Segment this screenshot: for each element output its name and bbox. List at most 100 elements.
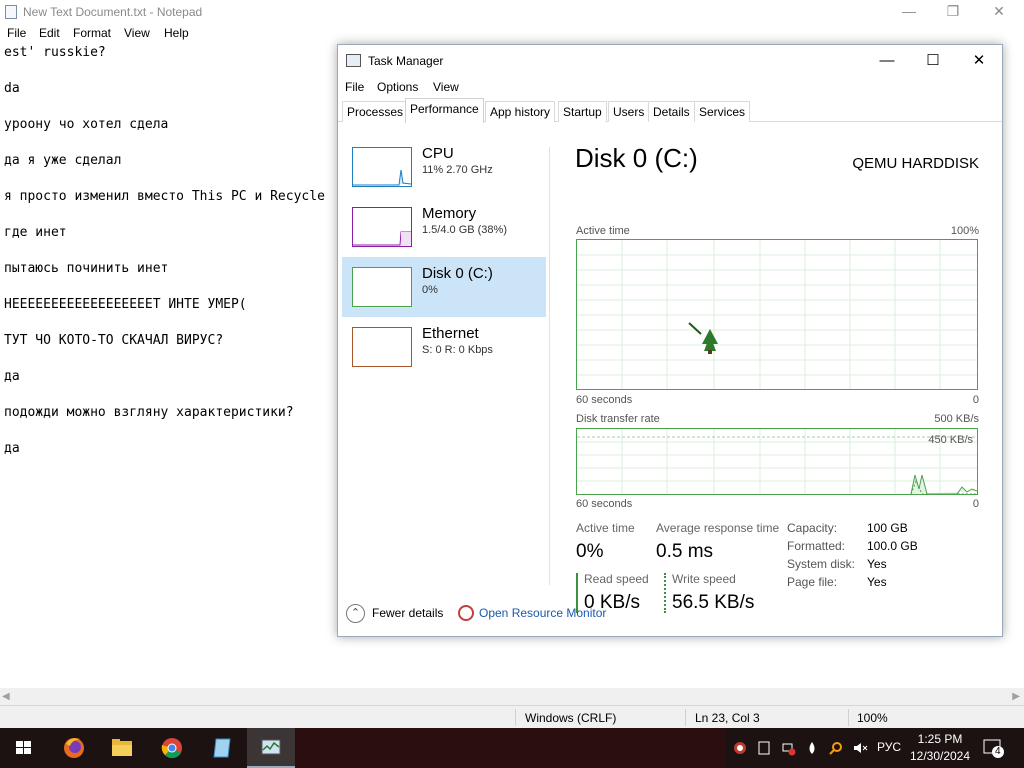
search-app-icon[interactable] <box>828 740 844 756</box>
task-manager-title-bar[interactable]: Task Manager — ☐ ✕ <box>338 45 1002 77</box>
network-error-icon[interactable] <box>780 740 796 756</box>
tab-startup[interactable]: Startup <box>558 101 607 122</box>
task-manager-title: Task Manager <box>368 54 444 68</box>
clock-date[interactable]: 12/30/2024 <box>906 749 974 763</box>
transfer-rate-graph: 450 KB/s <box>576 428 978 495</box>
system-disk-value: Yes <box>867 557 887 571</box>
task-manager-window: Task Manager — ☐ ✕ File Options View Pro… <box>337 44 1003 637</box>
active-time-grid <box>577 240 977 389</box>
start-button[interactable] <box>0 728 48 768</box>
notification-icon <box>983 739 1004 758</box>
droplet-icon[interactable] <box>804 740 820 756</box>
open-resource-monitor-link[interactable]: Open Resource Monitor <box>479 606 606 620</box>
chrome-taskbar-button[interactable] <box>148 728 196 768</box>
tab-users[interactable]: Users <box>608 101 650 122</box>
memory-thumbnail-line <box>353 231 411 246</box>
language-indicator[interactable]: РУС <box>877 740 901 754</box>
security-icon[interactable] <box>732 740 748 756</box>
firefox-taskbar-button[interactable] <box>50 728 98 768</box>
capacity-label: Capacity: <box>787 521 838 535</box>
notepad-text-area[interactable]: est' russkie? da уроону чо хотел сдела д… <box>4 44 325 476</box>
sidebar-item-memory[interactable]: Memory 1.5/4.0 GB (38%) <box>342 197 546 257</box>
text-line: est' russkie? <box>4 45 106 60</box>
clock-time[interactable]: 1:25 PM <box>912 732 968 746</box>
text-line: да я уже сделал <box>4 153 122 168</box>
sidebar-item-label: Disk 0 (C:) <box>422 265 493 282</box>
tab-performance[interactable]: Performance <box>405 98 484 123</box>
transfer-rate-scale-label: 450 KB/s <box>928 434 973 446</box>
scroll-right-icon[interactable]: ▶ <box>1012 688 1020 705</box>
menu-format[interactable]: Format <box>73 26 111 40</box>
transfer-rate-plot <box>577 429 977 494</box>
notepad-status-bar: Windows (CRLF) Ln 23, Col 3 100% <box>0 705 1024 728</box>
status-zoom: 100% <box>857 711 888 725</box>
sidebar-item-value: 0% <box>422 284 438 296</box>
close-icon[interactable]: ✕ <box>956 45 1002 76</box>
panel-divider <box>549 147 550 585</box>
avg-response-value: 0.5 ms <box>656 541 714 562</box>
system-disk-label: System disk: <box>787 557 856 571</box>
tab-services[interactable]: Services <box>694 101 751 122</box>
read-speed-label: Read speed <box>584 572 649 586</box>
tablet-icon[interactable] <box>756 740 772 756</box>
sidebar-item-value: 11% 2.70 GHz <box>422 164 493 176</box>
active-time-stat-label: Active time <box>576 521 635 535</box>
text-line: да <box>4 369 20 384</box>
active-time-stat-value: 0% <box>576 541 604 562</box>
fewer-details-button[interactable]: Fewer details <box>372 606 443 620</box>
text-line: ТУТ ЧО КОТО-ТО СКАЧАЛ ВИРУС? <box>4 333 224 348</box>
text-line: да <box>4 441 20 456</box>
close-icon[interactable]: ✕ <box>976 0 1022 24</box>
text-line: уроону чо хотел сдела <box>4 117 169 132</box>
menu-file[interactable]: File <box>345 80 364 94</box>
notepad-taskbar-button[interactable] <box>198 728 246 768</box>
sidebar-item-disk[interactable]: Disk 0 (C:) 0% <box>342 257 546 317</box>
action-center-button[interactable]: 4 <box>980 736 1006 760</box>
status-divider <box>848 709 849 726</box>
avg-response-label: Average response time <box>656 521 780 535</box>
resource-monitor-icon[interactable] <box>458 605 474 621</box>
maximize-icon[interactable]: ☐ <box>910 45 956 76</box>
axis-zero-label: 0 <box>972 498 979 510</box>
desktop-wallpaper-strip <box>296 728 726 768</box>
minimize-icon[interactable]: — <box>864 45 910 76</box>
folder-icon <box>112 739 132 756</box>
text-line: подожди можно взгляну характеристики? <box>4 405 294 420</box>
horizontal-scrollbar[interactable]: ◀ ▶ <box>0 688 1024 705</box>
axis-seconds-label: 60 seconds <box>576 394 633 406</box>
menu-help[interactable]: Help <box>164 26 189 40</box>
task-manager-taskbar-button[interactable] <box>247 728 295 768</box>
menu-file[interactable]: File <box>7 26 26 40</box>
text-line: da <box>4 81 20 96</box>
restore-icon[interactable]: ❐ <box>930 0 976 24</box>
menu-view[interactable]: View <box>124 26 150 40</box>
task-manager-icon <box>261 739 281 755</box>
sidebar-item-ethernet[interactable]: Ethernet S: 0 R: 0 Kbps <box>342 317 546 377</box>
notepad-title-bar[interactable]: New Text Document.txt - Notepad — ❐ ✕ <box>0 0 1024 24</box>
tab-app-history[interactable]: App history <box>485 101 556 122</box>
tab-processes[interactable]: Processes <box>342 101 409 122</box>
menu-view[interactable]: View <box>433 80 459 94</box>
sidebar-item-cpu[interactable]: CPU 11% 2.70 GHz <box>342 137 546 197</box>
file-explorer-taskbar-button[interactable] <box>98 728 146 768</box>
disk-title: Disk 0 (C:) <box>575 143 698 173</box>
cpu-thumbnail-line <box>353 169 412 186</box>
volume-muted-icon[interactable] <box>852 740 868 756</box>
disk-detail-panel: Disk 0 (C:) QEMU HARDDISK Active time 10… <box>575 123 979 613</box>
page-file-label: Page file: <box>787 575 838 589</box>
scroll-left-icon[interactable]: ◀ <box>2 688 10 705</box>
chevron-up-icon[interactable]: ⌃ <box>346 604 365 623</box>
menu-edit[interactable]: Edit <box>39 26 60 40</box>
menu-options[interactable]: Options <box>377 80 418 94</box>
active-time-label: Active time <box>576 225 630 237</box>
windows-logo-icon <box>16 741 31 754</box>
notepad-icon <box>213 738 231 758</box>
tab-details[interactable]: Details <box>648 101 695 122</box>
status-position: Ln 23, Col 3 <box>695 711 760 725</box>
task-manager-icon <box>346 54 361 67</box>
minimize-icon[interactable]: — <box>886 0 932 24</box>
axis-zero-label: 0 <box>972 394 979 406</box>
status-line-ending: Windows (CRLF) <box>525 711 617 725</box>
sidebar-item-label: CPU <box>422 145 454 162</box>
disk-model: QEMU HARDDISK <box>852 155 979 172</box>
